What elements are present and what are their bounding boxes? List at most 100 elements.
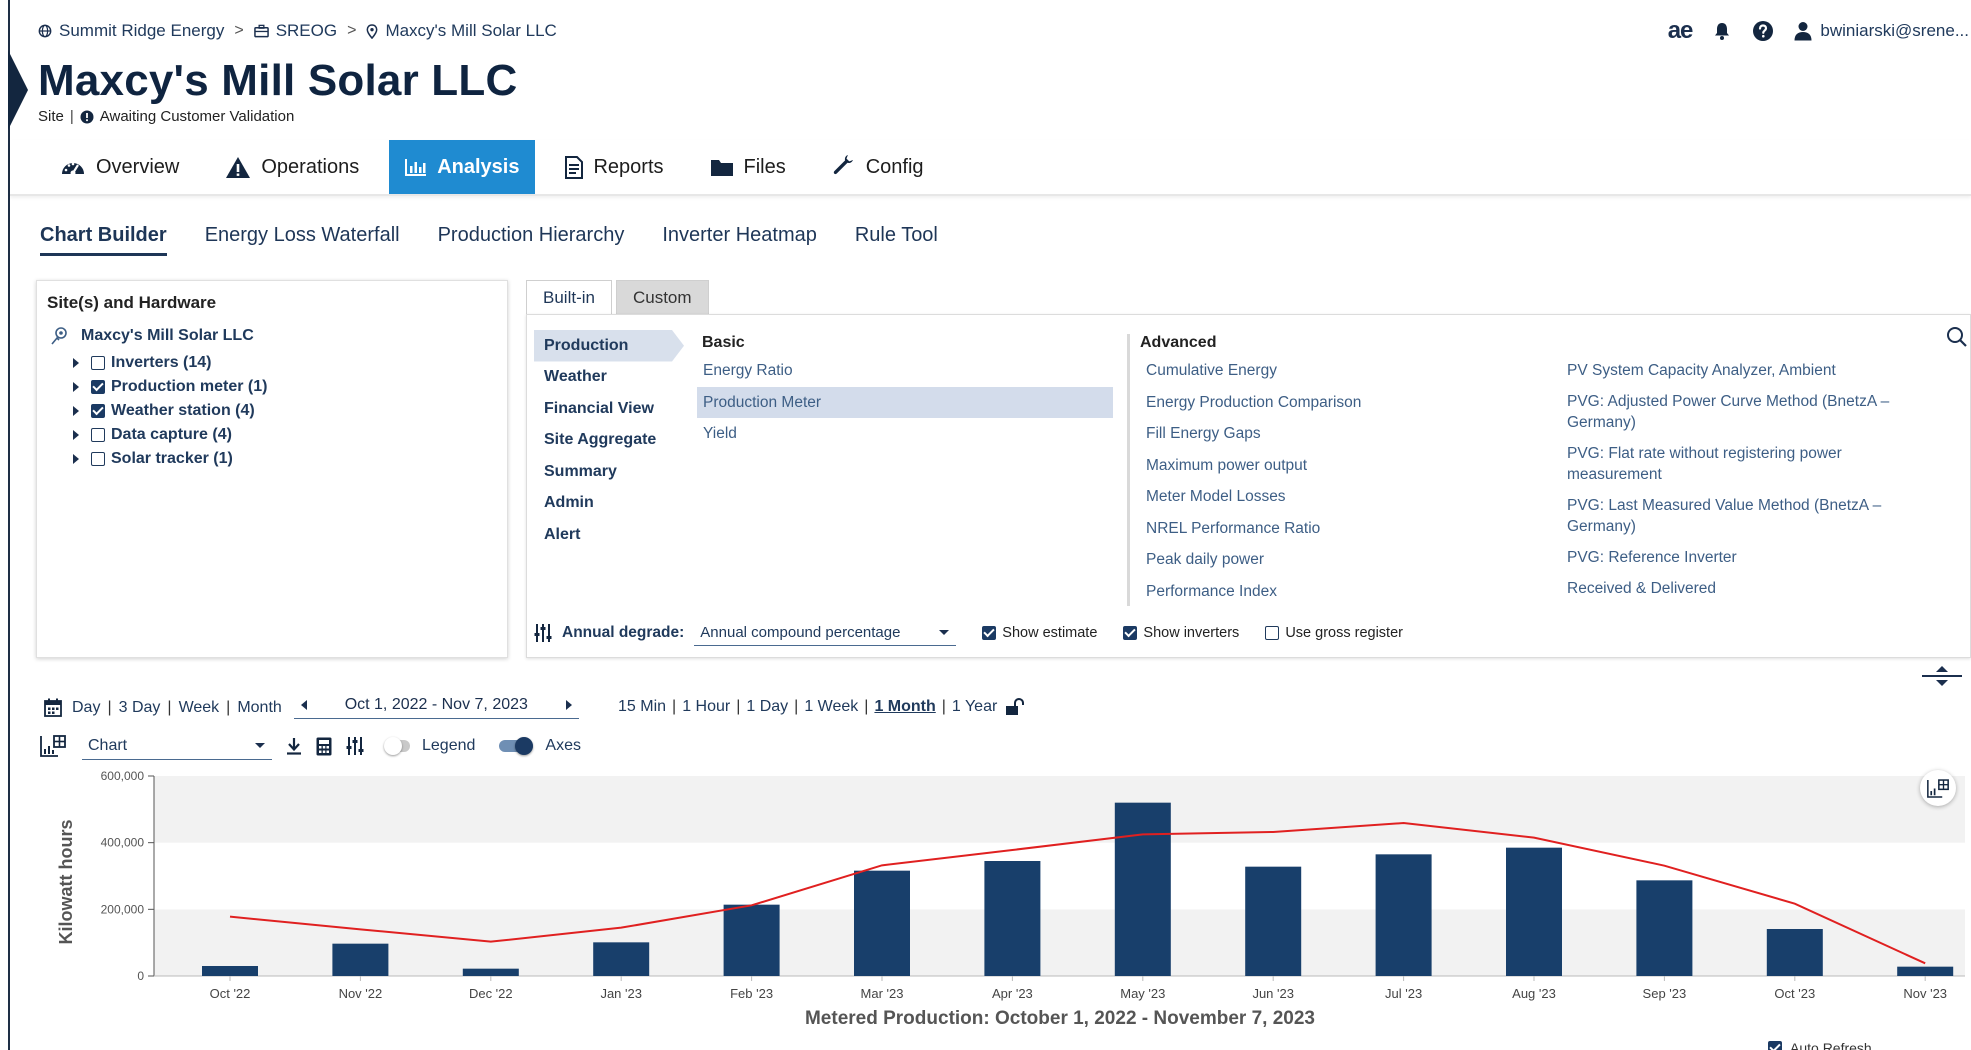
legend-toggle[interactable] — [384, 737, 410, 755]
metric-energy-ratio[interactable]: Energy Ratio — [697, 355, 1113, 387]
metric-meter-model-losses[interactable]: Meter Model Losses — [1146, 486, 1526, 507]
panel-resize-icon[interactable] — [1922, 664, 1962, 688]
interval-1-month[interactable]: 1 Month — [874, 698, 935, 716]
subtab-rule-tool[interactable]: Rule Tool — [855, 224, 938, 256]
interval-15-min[interactable]: 15 Min — [618, 698, 666, 716]
legend-toggle-group[interactable]: Legend — [384, 737, 475, 755]
show-inverters-checkbox[interactable] — [1123, 626, 1138, 640]
metric-yield[interactable]: Yield — [697, 418, 1113, 450]
metric-peak-daily-power[interactable]: Peak daily power — [1146, 549, 1526, 570]
chart-layout-button[interactable] — [1920, 770, 1956, 806]
metric-received-delivered[interactable]: Received & Delivered — [1567, 578, 1907, 599]
tab-files[interactable]: Files — [694, 140, 802, 194]
expand-caret-icon[interactable] — [73, 454, 79, 464]
metric-pvg-flat-rate[interactable]: PVG: Flat rate without registering power… — [1567, 443, 1907, 485]
metric-fill-energy-gaps[interactable]: Fill Energy Gaps — [1146, 423, 1526, 444]
preset-3-day[interactable]: 3 Day — [119, 699, 161, 717]
breadcrumb-site[interactable]: Maxcy's Mill Solar LLC — [366, 21, 557, 41]
tree-item-inverters[interactable]: Inverters (14) — [73, 351, 267, 375]
chevron-right-icon[interactable] — [565, 700, 573, 710]
bell-icon[interactable] — [1712, 21, 1732, 41]
weather-station-checkbox[interactable] — [91, 404, 105, 418]
auto-refresh-checkbox[interactable] — [1768, 1041, 1782, 1050]
tab-built-in[interactable]: Built-in — [526, 280, 612, 315]
metric-nrel-performance-ratio[interactable]: NREL Performance Ratio — [1146, 518, 1526, 539]
metric-energy-production-comparison[interactable]: Energy Production Comparison — [1146, 392, 1526, 413]
axes-toggle-group[interactable]: Axes — [499, 737, 581, 755]
preset-day[interactable]: Day — [72, 699, 100, 717]
preset-month[interactable]: Month — [237, 699, 281, 717]
interval-1-week[interactable]: 1 Week — [804, 698, 858, 716]
interval-1-day[interactable]: 1 Day — [746, 698, 788, 716]
tree-item-data-capture[interactable]: Data capture (4) — [73, 423, 267, 447]
chart-settings-icon[interactable] — [40, 735, 66, 757]
tab-overview[interactable]: Overview — [44, 140, 195, 194]
tree-item-production-meter[interactable]: Production meter (1) — [73, 375, 267, 399]
calculator-icon[interactable] — [316, 737, 332, 756]
production-meter-checkbox[interactable] — [91, 380, 105, 394]
auto-refresh[interactable]: Auto Refresh — [1768, 1040, 1872, 1050]
category-production[interactable]: Production — [534, 330, 684, 362]
subtab-production-hierarchy[interactable]: Production Hierarchy — [438, 224, 625, 256]
subtab-energy-loss-waterfall[interactable]: Energy Loss Waterfall — [205, 224, 400, 256]
unlock-icon[interactable] — [1005, 698, 1025, 716]
tree-item-weather-station[interactable]: Weather station (4) — [73, 399, 267, 423]
solar-tracker-checkbox[interactable] — [91, 452, 105, 466]
metric-performance-index[interactable]: Performance Index — [1146, 581, 1526, 602]
category-summary[interactable]: Summary — [534, 456, 684, 488]
tree-item-solar-tracker[interactable]: Solar tracker (1) — [73, 447, 267, 471]
chart-type-select[interactable]: Chart — [82, 732, 272, 760]
metric-pvg-adjusted-power-curve[interactable]: PVG: Adjusted Power Curve Method (BnetzA… — [1567, 391, 1907, 433]
metric-pv-capacity-analyzer[interactable]: PV System Capacity Analyzer, Ambient — [1567, 360, 1907, 381]
subtab-inverter-heatmap[interactable]: Inverter Heatmap — [662, 224, 817, 256]
brand-logo[interactable]: ae — [1668, 17, 1694, 45]
category-alert[interactable]: Alert — [534, 519, 684, 551]
interval-1-year[interactable]: 1 Year — [952, 698, 997, 716]
category-weather[interactable]: Weather — [534, 362, 684, 394]
show-inverters-option[interactable]: Show inverters — [1123, 625, 1239, 641]
annual-degrade-select[interactable]: Annual compound percentage — [694, 620, 957, 646]
expand-caret-icon[interactable] — [73, 382, 79, 392]
tab-config[interactable]: Config — [816, 140, 940, 194]
download-icon[interactable] — [286, 737, 302, 755]
search-icon[interactable] — [1946, 326, 1968, 348]
tab-operations[interactable]: Operations — [209, 140, 375, 194]
site-type-label: Site — [38, 108, 64, 125]
show-estimate-checkbox[interactable] — [982, 626, 997, 640]
subtab-chart-builder[interactable]: Chart Builder — [40, 224, 167, 256]
tab-analysis[interactable]: Analysis — [389, 140, 536, 194]
calendar-icon[interactable] — [44, 698, 62, 717]
expand-caret-icon[interactable] — [73, 430, 79, 440]
use-gross-register-checkbox[interactable] — [1265, 626, 1280, 640]
x-tick-label: Aug '23 — [1512, 986, 1556, 1001]
metric-maximum-power-output[interactable]: Maximum power output — [1146, 455, 1526, 476]
axes-toggle[interactable] — [499, 737, 534, 755]
show-estimate-option[interactable]: Show estimate — [982, 625, 1097, 641]
breadcrumb-org[interactable]: Summit Ridge Energy — [38, 21, 224, 41]
inverters-checkbox[interactable] — [91, 356, 105, 370]
use-gross-register-option[interactable]: Use gross register — [1265, 625, 1403, 641]
site-tree-root[interactable]: Maxcy's Mill Solar LLC — [49, 326, 254, 346]
date-range-picker[interactable]: Oct 1, 2022 - Nov 7, 2023 — [293, 696, 579, 719]
category-admin[interactable]: Admin — [534, 488, 684, 520]
tab-reports[interactable]: Reports — [549, 140, 679, 194]
metric-pvg-last-measured[interactable]: PVG: Last Measured Value Method (BnetzA … — [1567, 495, 1907, 537]
interval-1-hour[interactable]: 1 Hour — [682, 698, 730, 716]
sidebar-collapse-arrow[interactable] — [8, 50, 28, 130]
metric-production-meter[interactable]: Production Meter — [697, 386, 1113, 418]
help-icon[interactable] — [1752, 20, 1774, 42]
user-menu[interactable]: bwiniarski@srene... — [1794, 21, 1969, 41]
data-capture-checkbox[interactable] — [91, 428, 105, 442]
sliders-icon[interactable] — [346, 736, 364, 756]
preset-week[interactable]: Week — [179, 699, 220, 717]
tab-custom[interactable]: Custom — [615, 280, 709, 315]
category-site-aggregate[interactable]: Site Aggregate — [534, 425, 684, 457]
gauge-icon — [62, 162, 84, 176]
breadcrumb-group[interactable]: SREOG — [253, 21, 337, 41]
category-financial-view[interactable]: Financial View — [534, 393, 684, 425]
chevron-left-icon[interactable] — [300, 700, 308, 710]
metric-cumulative-energy[interactable]: Cumulative Energy — [1146, 360, 1526, 381]
expand-caret-icon[interactable] — [73, 406, 79, 416]
expand-caret-icon[interactable] — [73, 358, 79, 368]
metric-pvg-reference-inverter[interactable]: PVG: Reference Inverter — [1567, 547, 1907, 568]
